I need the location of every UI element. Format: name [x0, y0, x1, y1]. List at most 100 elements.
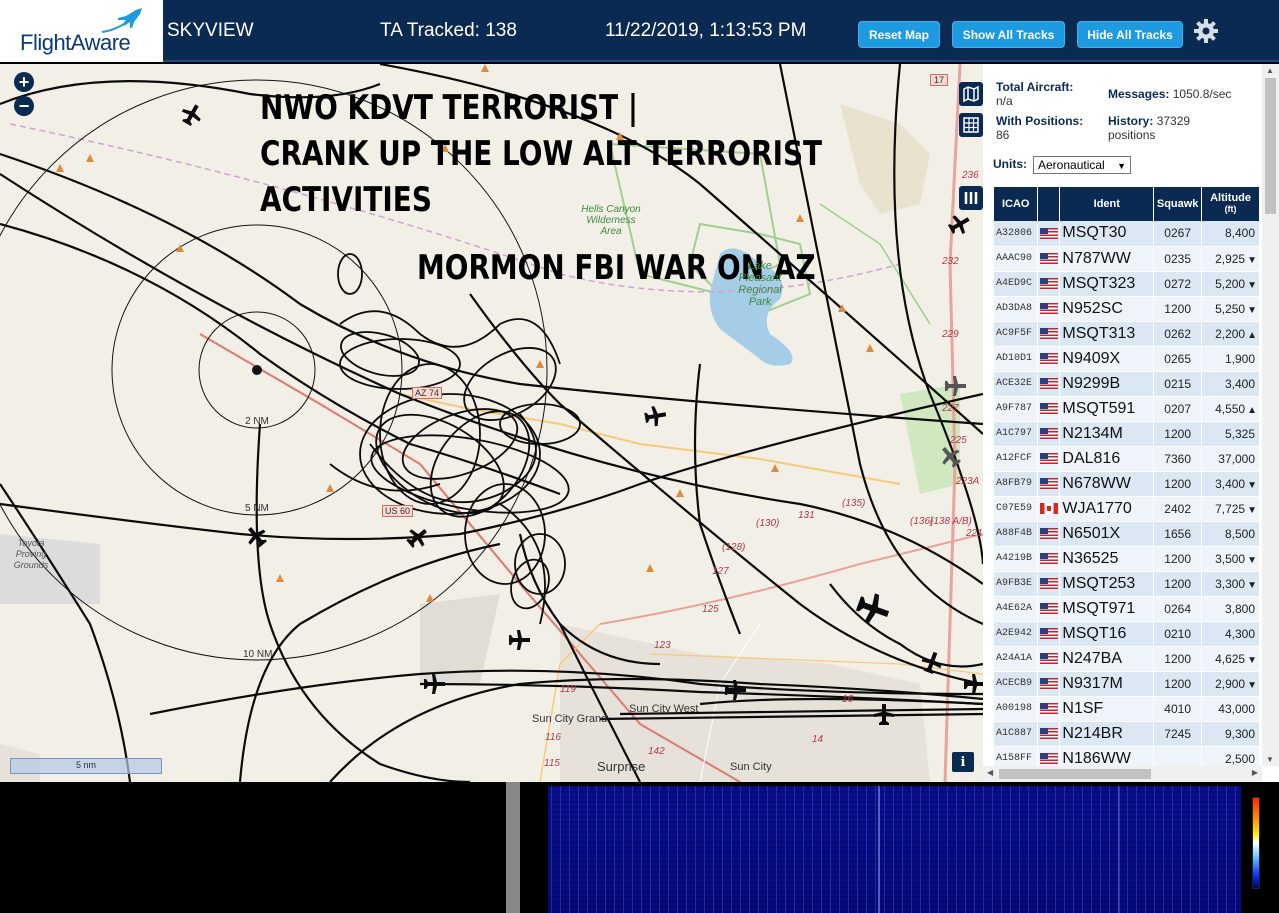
table-row[interactable]: A4219B N36525 1200 3,500 ▼: [994, 546, 1260, 572]
row-altitude: 7,725 ▼: [1201, 496, 1260, 522]
scroll-up-arrow[interactable]: ▲: [1266, 66, 1274, 75]
place-surprise: Surprise: [597, 759, 646, 774]
col-icao[interactable]: ICAO: [994, 187, 1039, 221]
table-row[interactable]: AD10D1 N9409X 0265 1,900: [994, 346, 1260, 372]
scroll-left-arrow[interactable]: ◀: [987, 768, 993, 777]
table-header-row: ICAO Ident Squawk Altitude (ft): [994, 187, 1260, 221]
table-row[interactable]: A8FB79 N678WW 1200 3,400 ▼: [994, 471, 1260, 497]
us-flag-icon: [1039, 552, 1058, 564]
row-altitude: 8,500: [1201, 521, 1260, 547]
table-row[interactable]: A32806 MSQT30 0267 8,400: [994, 221, 1260, 247]
col-flag[interactable]: [1037, 187, 1061, 221]
row-icao: A9FB3E: [994, 571, 1039, 597]
history-stat: History: 37329 positions: [1108, 114, 1190, 142]
row-flag: [1037, 296, 1061, 322]
altitude-trend-icon: ▼: [1247, 679, 1257, 691]
table-row[interactable]: A1C797 N2134M 1200 5,325: [994, 421, 1260, 447]
altitude-trend-icon: ▼: [1247, 304, 1257, 316]
row-flag: [1037, 596, 1061, 622]
row-icao: A2E942: [994, 621, 1039, 647]
row-altitude: 1,900: [1201, 346, 1260, 372]
row-squawk: 1200: [1153, 571, 1203, 597]
row-altitude: 4,625 ▼: [1201, 646, 1260, 672]
receiver-location: [252, 365, 262, 375]
table-row[interactable]: A4E62A MSQT971 0264 3,800: [994, 596, 1260, 622]
table-row[interactable]: A1C887 N214BR 7245 9,300: [994, 721, 1260, 747]
row-altitude: 8,400: [1201, 221, 1260, 247]
row-squawk: 1200: [1153, 296, 1203, 322]
row-altitude-value: 2,925: [1215, 251, 1246, 266]
flightaware-logo[interactable]: FlightAware: [0, 0, 163, 62]
table-row[interactable]: AD3DA8 N952SC 1200 5,250 ▼: [994, 296, 1260, 322]
vertical-scroll-thumb[interactable]: [1265, 78, 1276, 214]
row-altitude-value: 2,500: [1224, 751, 1255, 766]
row-squawk: 7360: [1153, 446, 1203, 472]
road-us60: US 60: [382, 505, 414, 517]
altitude-trend-icon: ▼: [1247, 279, 1257, 291]
col-ident[interactable]: Ident: [1059, 187, 1155, 221]
row-flag: [1037, 571, 1061, 597]
us-flag-icon: [1039, 377, 1058, 389]
table-row[interactable]: A4ED9C MSQT323 0272 5,200 ▼: [994, 271, 1260, 297]
col-altitude-label: Altitude: [1210, 192, 1252, 204]
table-row[interactable]: A2E942 MSQT16 0210 4,300: [994, 621, 1260, 647]
table-row[interactable]: ACECB9 N9317M 1200 2,900 ▼: [994, 671, 1260, 697]
zoom-in-button[interactable]: +: [14, 72, 34, 92]
table-row[interactable]: A24A1A N247BA 1200 4,625 ▼: [994, 646, 1260, 672]
row-flag: [1037, 271, 1061, 297]
row-squawk: 0262: [1153, 321, 1203, 347]
col-squawk[interactable]: Squawk: [1153, 187, 1203, 221]
units-select[interactable]: Aeronautical: [1033, 156, 1131, 174]
table-row[interactable]: A9FB3E MSQT253 1200 3,300 ▼: [994, 571, 1260, 597]
table-row[interactable]: A12FCF DAL816 7360 37,000: [994, 446, 1260, 472]
map-info-button[interactable]: i: [952, 752, 974, 772]
altitude-trend-icon: ▲: [1247, 329, 1257, 341]
row-altitude: 3,400: [1201, 371, 1260, 397]
zoom-out-button[interactable]: −: [14, 96, 34, 116]
row-squawk: 0267: [1153, 221, 1203, 247]
row-altitude: 4,550 ▲: [1201, 396, 1260, 422]
sidebar-horizontal-scrollbar[interactable]: ◀ ▶: [983, 766, 1262, 782]
altitude-trend-icon: ▼: [1247, 579, 1257, 591]
table-row[interactable]: A00198 N1SF 4010 43,000: [994, 696, 1260, 722]
scroll-down-arrow[interactable]: ▼: [1266, 755, 1274, 764]
road-138: (138 A/B): [930, 516, 972, 527]
table-row[interactable]: A88F4B N6501X 1656 8,500: [994, 521, 1260, 547]
us-flag-icon: [1039, 452, 1058, 464]
gear-icon[interactable]: [1193, 18, 1219, 44]
table-row[interactable]: C07E59 WJA1770 2402 7,725 ▼: [994, 496, 1260, 522]
table-row[interactable]: AAAC90 N787WW 0235 2,925 ▼: [994, 246, 1260, 272]
show-all-tracks-button[interactable]: Show All Tracks: [952, 21, 1065, 48]
col-altitude[interactable]: Altitude (ft): [1201, 187, 1260, 221]
map-view[interactable]: + − NWO KDVT TERRORIST | CRANK UP THE LO…: [0, 64, 983, 782]
row-ident: N787WW: [1059, 246, 1155, 272]
road-16: 16: [842, 694, 854, 705]
reset-map-button[interactable]: Reset Map: [858, 21, 940, 48]
sidebar-vertical-scrollbar[interactable]: ▲ ▼: [1262, 64, 1279, 766]
row-icao: AD10D1: [994, 346, 1039, 372]
row-ident: MSQT971: [1059, 596, 1155, 622]
columns-icon: [964, 192, 978, 204]
us-flag-icon: [1039, 277, 1058, 289]
table-row[interactable]: AC9F5F MSQT313 0262 2,200 ▲: [994, 321, 1260, 347]
row-icao: C07E59: [994, 496, 1039, 522]
place-sun-city-west: Sun City West: [629, 703, 699, 715]
table-row[interactable]: ACE32E N9299B 0215 3,400: [994, 371, 1260, 397]
grid-button[interactable]: [959, 113, 983, 137]
map-layers-button[interactable]: [959, 82, 983, 106]
row-flag: [1037, 246, 1061, 272]
hide-all-tracks-button[interactable]: Hide All Tracks: [1077, 21, 1183, 48]
row-squawk: 0272: [1153, 271, 1203, 297]
row-altitude-value: 2,900: [1215, 676, 1246, 691]
row-icao: AAAC90: [994, 246, 1039, 272]
logo-text: FlightAware: [20, 30, 131, 55]
horizontal-scroll-thumb[interactable]: [999, 769, 1151, 779]
table-row[interactable]: A9F787 MSQT591 0207 4,550 ▲: [994, 396, 1260, 422]
scroll-right-arrow[interactable]: ▶: [1252, 768, 1258, 777]
table-columns-button[interactable]: [959, 186, 983, 210]
panel-divider[interactable]: [506, 782, 520, 913]
with-positions-stat: With Positions: 86: [996, 114, 1083, 142]
row-icao: AD3DA8: [994, 296, 1039, 322]
row-altitude: 5,250 ▼: [1201, 296, 1260, 322]
row-altitude-value: 2,200: [1215, 326, 1246, 341]
